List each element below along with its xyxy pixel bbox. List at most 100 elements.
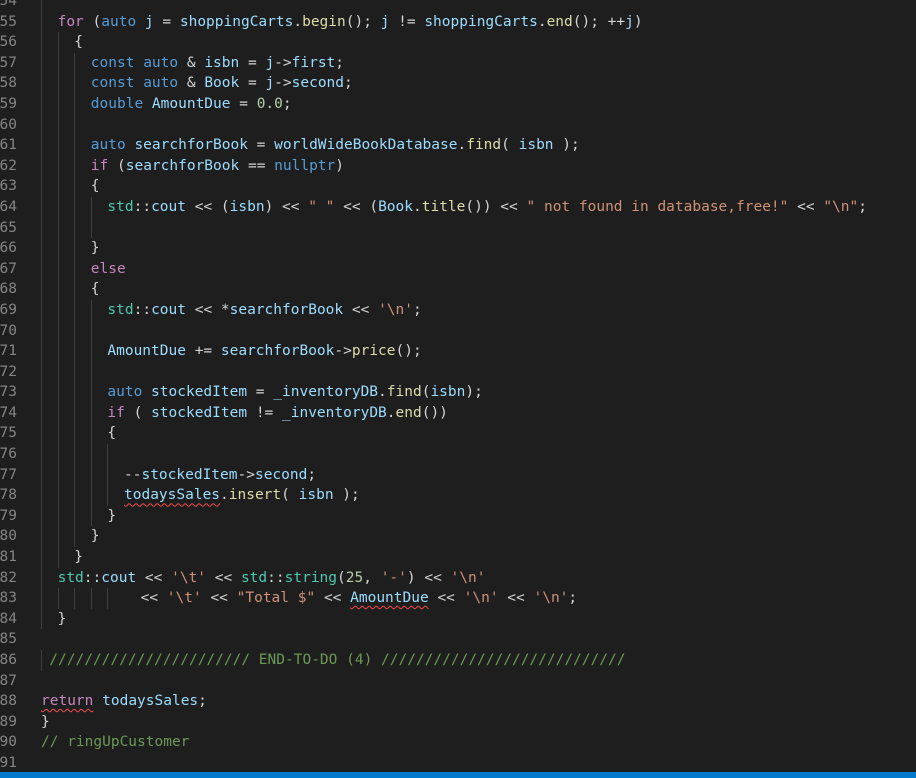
- code-line[interactable]: 88 return todaysSales;: [0, 691, 916, 712]
- code-line[interactable]: 68 {: [0, 279, 916, 300]
- code-token: << (: [334, 198, 379, 215]
- code-line[interactable]: 77 --stockedItem->second;: [0, 464, 916, 486]
- code-token: ;: [198, 693, 207, 710]
- code-line[interactable]: 86 /////////////////////// END-TO-DO (4) …: [0, 650, 916, 671]
- code-token: (: [124, 404, 152, 421]
- code-text[interactable]: --stockedItem->second;: [124, 465, 316, 486]
- code-line[interactable]: 67 else: [0, 258, 916, 280]
- code-editor[interactable]: 54 55 for (auto j = shoppingCarts.begin();…: [0, 0, 916, 778]
- code-line[interactable]: 83 << '\t' << "Total $" << AmountDue << '…: [0, 588, 916, 609]
- code-text[interactable]: if ( stockedItem != _inventoryDB.end()): [107, 403, 448, 424]
- code-line[interactable]: 65: [0, 217, 916, 239]
- code-line[interactable]: 63 {: [0, 176, 916, 197]
- code-token: ;: [568, 590, 578, 607]
- code-text[interactable]: auto searchforBook = worldWideBookDataba…: [91, 135, 580, 156]
- indent-guide: [41, 505, 42, 527]
- code-token: price: [351, 343, 396, 360]
- code-token: std: [107, 198, 134, 215]
- code-line[interactable]: 54: [0, 0, 916, 12]
- code-text[interactable]: // ringUpCustomer: [41, 732, 189, 753]
- code-line[interactable]: 78 todaysSales.insert( isbn );: [0, 485, 916, 506]
- indent-guide: [41, 464, 42, 486]
- code-text[interactable]: todaysSales.insert( isbn );: [124, 485, 360, 506]
- code-line[interactable]: 80}: [0, 526, 916, 548]
- code-line[interactable]: 57 const auto & isbn = j->first;: [0, 52, 916, 74]
- code-token: isbn: [204, 54, 240, 71]
- code-line[interactable]: 79}: [0, 505, 916, 527]
- code-text[interactable]: std::cout << '\t' << std::string(25, '-'…: [58, 568, 486, 589]
- code-line[interactable]: 66}: [0, 238, 916, 259]
- code-line[interactable]: 62 if (searchforBook == nullptr): [0, 155, 916, 177]
- indent-guide: [41, 11, 42, 33]
- code-line[interactable]: 91: [0, 753, 916, 774]
- code-text[interactable]: if (searchforBook == nullptr): [91, 156, 344, 177]
- code-text[interactable]: {: [91, 279, 100, 300]
- code-line[interactable]: 81}: [0, 547, 916, 568]
- line-number: 60: [0, 116, 17, 133]
- code-text[interactable]: }: [91, 526, 100, 547]
- code-text[interactable]: auto stockedItem = _inventoryDB.find(isb…: [107, 382, 482, 403]
- code-token: ()) <<: [465, 198, 527, 215]
- line-number: 54: [0, 0, 17, 9]
- code-line[interactable]: 55 for (auto j = shoppingCarts.begin(); j…: [0, 11, 916, 33]
- code-line[interactable]: 59 double AmountDue = 0.0;: [0, 93, 916, 115]
- code-token: insert: [228, 487, 282, 504]
- code-line[interactable]: 58 const auto & Book = j->second;: [0, 73, 916, 94]
- code-line[interactable]: 56 {: [0, 32, 916, 53]
- code-lines[interactable]: 54 55 for (auto j = shoppingCarts.begin();…: [0, 0, 916, 774]
- code-text[interactable]: << '\t' << "Total $" << AmountDue << '\n…: [141, 588, 578, 609]
- code-text[interactable]: return todaysSales;: [41, 691, 207, 712]
- code-text[interactable]: {: [74, 32, 83, 53]
- code-text[interactable]: AmountDue += searchforBook->price();: [107, 341, 421, 362]
- code-line[interactable]: 71 AmountDue += searchforBook->price();: [0, 341, 916, 362]
- code-token: else: [90, 260, 126, 277]
- code-line[interactable]: 60: [0, 114, 916, 136]
- code-text[interactable]: }: [74, 547, 83, 568]
- code-line[interactable]: 74 if ( stockedItem != _inventoryDB.end()…: [0, 402, 916, 424]
- code-token: 25: [345, 569, 364, 586]
- code-text[interactable]: else: [91, 259, 126, 280]
- code-token: searchforBook: [220, 343, 335, 360]
- code-line[interactable]: 82 std::cout << '\t' << std::string(25, '…: [0, 567, 916, 589]
- code-text[interactable]: }: [41, 712, 50, 733]
- code-text[interactable]: {: [91, 176, 100, 197]
- code-line[interactable]: 64 std::cout << (isbn) << " " << (Book.ti…: [0, 196, 916, 218]
- code-line[interactable]: 70: [0, 320, 916, 342]
- code-line[interactable]: 90 // ringUpCustomer: [0, 732, 916, 753]
- code-line[interactable]: 76: [0, 444, 916, 465]
- line-number: 62: [0, 157, 17, 174]
- code-text[interactable]: }: [107, 506, 116, 527]
- code-text[interactable]: double AmountDue = 0.0;: [91, 94, 292, 115]
- code-line[interactable]: 75 {: [0, 423, 916, 445]
- indent-guide: [74, 176, 76, 197]
- code-text[interactable]: const auto & isbn = j->first;: [91, 53, 344, 74]
- code-token: );: [465, 384, 483, 401]
- code-text[interactable]: const auto & Book = j->second;: [91, 73, 353, 94]
- code-line[interactable]: 89}: [0, 712, 916, 733]
- code-line[interactable]: 87: [0, 671, 916, 692]
- code-token: ->: [274, 75, 292, 92]
- code-token: worldWideBookDatabase: [274, 137, 458, 154]
- code-line[interactable]: 61 auto searchforBook = worldWideBookData…: [0, 135, 916, 156]
- code-text[interactable]: std::cout << *searchforBook << '\n';: [107, 300, 421, 321]
- code-line[interactable]: 72: [0, 361, 916, 383]
- code-line[interactable]: 69 std::cout << *searchforBook << '\n';: [0, 299, 916, 321]
- code-token: --: [124, 466, 142, 483]
- code-text[interactable]: }: [91, 238, 100, 259]
- code-token: std: [57, 569, 84, 586]
- code-text[interactable]: {: [107, 423, 116, 444]
- code-text[interactable]: /////////////////////// END-TO-DO (4) //…: [49, 650, 625, 671]
- code-token: ->: [274, 54, 292, 71]
- code-line[interactable]: 84}: [0, 608, 916, 630]
- indent-guide: [74, 382, 76, 403]
- code-text[interactable]: std::cout << (isbn) << " " << (Book.titl…: [107, 197, 867, 218]
- code-text[interactable]: }: [58, 609, 67, 630]
- line-number: 78: [0, 487, 17, 504]
- indent-guide: [74, 464, 76, 486]
- code-token: ::: [133, 198, 152, 215]
- code-token: '\n': [378, 301, 413, 318]
- code-line[interactable]: 73 auto stockedItem = _inventoryDB.find(i…: [0, 382, 916, 403]
- code-line[interactable]: 85: [0, 629, 916, 650]
- indent-guide: [74, 505, 76, 527]
- code-text[interactable]: for (auto j = shoppingCarts.begin(); j !…: [58, 12, 643, 33]
